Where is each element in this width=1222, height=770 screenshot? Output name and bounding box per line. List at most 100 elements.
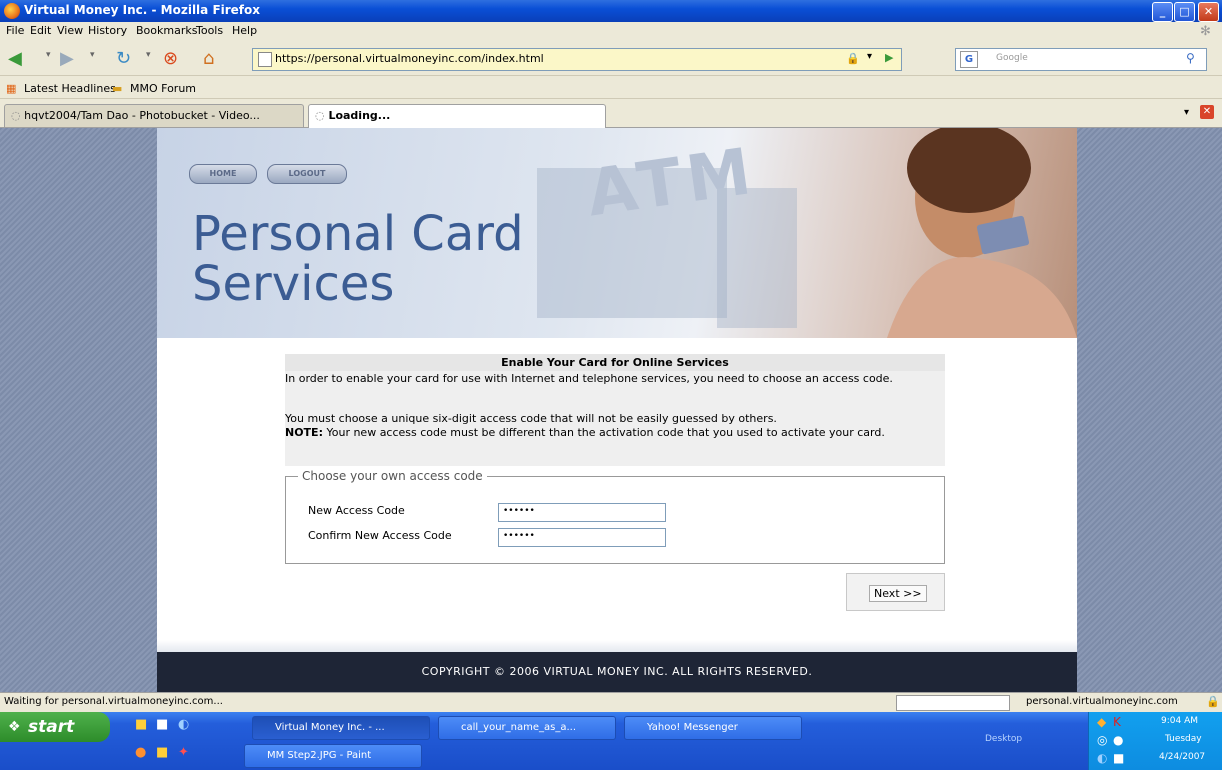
lock-icon: 🔒 [846, 52, 860, 65]
menu-file[interactable]: File [6, 24, 24, 37]
close-tab-icon[interactable]: ✕ [1200, 105, 1214, 119]
tab-list-icon[interactable]: ▾ [1184, 107, 1189, 118]
loading-tab-icon: ◌ [11, 109, 25, 122]
reload-dropdown-icon[interactable]: ▾ [146, 50, 151, 60]
reload-icon[interactable]: ↻ [116, 48, 131, 69]
go-icon[interactable]: ▶ [885, 51, 893, 64]
quicklaunch-icon[interactable]: ✦ [178, 745, 189, 760]
footer-divider [157, 640, 1077, 652]
quicklaunch-icon[interactable]: ● [135, 745, 146, 760]
banner-title-line2: Services [192, 256, 395, 312]
confirm-access-code-label: Confirm New Access Code [308, 529, 452, 542]
clock-date: 4/24/2007 [1159, 752, 1206, 762]
taskbar-button-label: MM Step2.JPG - Paint [267, 750, 372, 761]
taskbar-yahoo-messenger[interactable]: Yahoo! Messenger [624, 716, 802, 740]
close-button[interactable]: ✕ [1198, 2, 1219, 22]
search-icon[interactable]: ⚲ [1186, 51, 1195, 65]
tab-title: Loading... [328, 109, 391, 122]
logout-button[interactable]: LOGOUT [267, 164, 347, 184]
banner-title-line1: Personal Card [192, 206, 524, 262]
minimize-button[interactable]: _ [1152, 2, 1173, 22]
system-tray: ◆ K ◎ ● ◐ ■ 9:04 AM Tuesday 4/24/2007 [1088, 712, 1222, 770]
next-button[interactable]: Next >> [869, 585, 927, 602]
taskbar-call-your-name[interactable]: call_your_name_as_a... [438, 716, 616, 740]
bookmark-latest-headlines[interactable]: Latest Headlines [24, 82, 116, 95]
tray-icon[interactable]: ■ [1113, 751, 1124, 765]
instruction-paragraph: You must choose a unique six-digit acces… [285, 412, 777, 425]
taskbar-paint[interactable]: MM Step2.JPG - Paint [244, 744, 422, 768]
home-icon[interactable]: ⌂ [203, 48, 214, 69]
tray-icon[interactable]: ◆ [1097, 715, 1106, 729]
tab-title: hqvt2004/Tam Dao - Photobucket - Video..… [24, 109, 260, 122]
next-button-container: Next >> [846, 573, 945, 611]
search-input[interactable]: G Google ⚲ [955, 48, 1207, 71]
taskbar-button-label: Yahoo! Messenger [647, 722, 738, 733]
tab-loading[interactable]: ◌ Loading... [308, 104, 606, 128]
taskbar-button-label: call_your_name_as_a... [461, 722, 577, 733]
home-button[interactable]: HOME [189, 164, 257, 184]
note-label: NOTE: [285, 426, 323, 439]
google-icon[interactable]: G [960, 51, 978, 68]
fieldset-legend: Choose your own access code [298, 469, 487, 483]
window-title: Virtual Money Inc. - Mozilla Firefox [24, 3, 261, 17]
confirm-access-code-input[interactable]: •••••• [498, 528, 666, 547]
navigation-toolbar: ◀ ▾ ▶ ▾ ↻ ▾ ⊗ ⌂ https://personal.virtual… [0, 40, 1222, 76]
back-button-icon[interactable]: ◀ [8, 48, 22, 69]
url-bar[interactable]: https://personal.virtualmoneyinc.com/ind… [252, 48, 902, 71]
note-text: Your new access code must be different t… [322, 426, 885, 439]
tray-icon[interactable]: ● [1113, 733, 1123, 747]
menu-view[interactable]: View [57, 24, 83, 37]
note-paragraph: NOTE: Your new access code must be diffe… [285, 426, 945, 439]
new-access-code-input[interactable]: •••••• [498, 503, 666, 522]
bookmark-mmo-forum[interactable]: MMO Forum [130, 82, 196, 95]
menu-bar: File Edit View History Bookmarks Tools H… [0, 22, 1222, 40]
quicklaunch-icon[interactable]: ■ [156, 717, 168, 732]
tray-icon[interactable]: ◐ [1097, 751, 1107, 765]
quicklaunch-icon[interactable]: ■ [156, 745, 168, 760]
clock-time[interactable]: 9:04 AM [1161, 716, 1198, 726]
windows-logo-icon: ❖ [8, 719, 21, 735]
forward-button-icon[interactable]: ▶ [60, 48, 74, 69]
progress-box [896, 695, 1010, 711]
throbber-icon: ✻ [1200, 24, 1211, 39]
intro-paragraph: In order to enable your card for use wit… [285, 372, 893, 385]
taskbar-button-label: Virtual Money Inc. - ... [275, 722, 385, 733]
menu-help[interactable]: Help [232, 24, 257, 37]
tray-icon[interactable]: K [1113, 715, 1121, 729]
clock-day: Tuesday [1165, 734, 1202, 744]
taskbar: ❖ start ■ ■ ◐ ● ■ ✦ Virtual Money Inc. -… [0, 712, 1222, 770]
taskbar-firefox[interactable]: Virtual Money Inc. - ... [252, 716, 430, 740]
url-text: https://personal.virtualmoneyinc.com/ind… [275, 52, 544, 65]
menu-bookmarks[interactable]: Bookmarks [136, 24, 197, 37]
quicklaunch-icon[interactable]: ◐ [178, 717, 189, 732]
page-icon [258, 52, 272, 67]
window-title-bar[interactable]: Virtual Money Inc. - Mozilla Firefox _ □… [0, 0, 1222, 22]
search-placeholder: Google [996, 53, 1028, 63]
tab-bar: ◌ hqvt2004/Tam Dao - Photobucket - Video… [0, 100, 1222, 128]
lock-icon: 🔒 [1206, 695, 1220, 708]
menu-history[interactable]: History [88, 24, 127, 37]
desktop-toolbar-label[interactable]: Desktop [985, 734, 1022, 744]
form-heading: Enable Your Card for Online Services [285, 354, 945, 371]
quicklaunch-icon[interactable]: ■ [135, 717, 147, 732]
start-label: start [28, 717, 75, 737]
url-dropdown-icon[interactable]: ▾ [867, 51, 872, 62]
stop-icon[interactable]: ⊗ [163, 48, 178, 69]
loading-tab-icon: ◌ [315, 109, 329, 122]
tray-icon[interactable]: ◎ [1097, 733, 1107, 747]
maximize-button[interactable]: □ [1174, 2, 1195, 22]
menu-edit[interactable]: Edit [30, 24, 51, 37]
back-dropdown-icon[interactable]: ▾ [46, 50, 51, 60]
firefox-icon [4, 3, 20, 19]
forward-dropdown-icon[interactable]: ▾ [90, 50, 95, 60]
header-banner: ATM HOME LOGOUT Personal Card Services [157, 128, 1077, 338]
status-domain: personal.virtualmoneyinc.com [1026, 696, 1178, 707]
footer-copyright: COPYRIGHT © 2006 VIRTUAL MONEY INC. ALL … [157, 652, 1077, 692]
status-text: Waiting for personal.virtualmoneyinc.com… [4, 696, 223, 707]
bookmarks-toolbar: ▦ Latest Headlines ▬ MMO Forum [0, 77, 1222, 99]
menu-tools[interactable]: Tools [196, 24, 223, 37]
new-access-code-label: New Access Code [308, 504, 405, 517]
start-button[interactable]: ❖ start [0, 712, 110, 742]
tab-photobucket[interactable]: ◌ hqvt2004/Tam Dao - Photobucket - Video… [4, 104, 304, 127]
rss-icon: ▦ [6, 82, 17, 95]
